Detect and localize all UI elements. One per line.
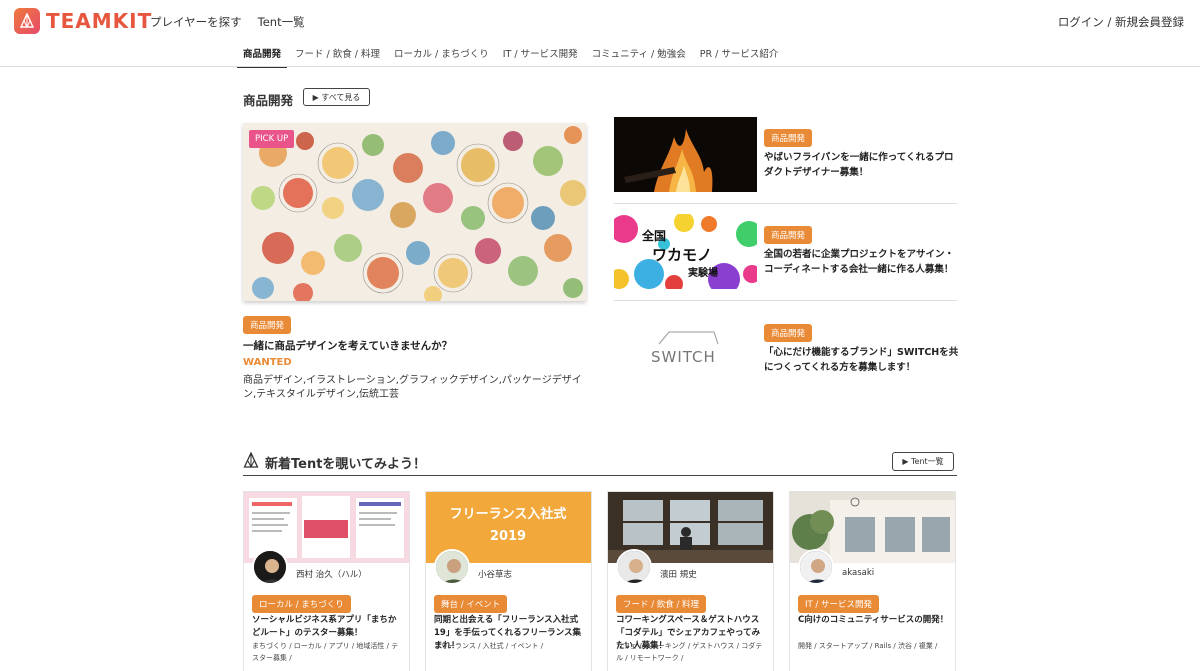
- tent-card-category-tag[interactable]: ローカル / まちづくり: [252, 595, 351, 613]
- project-item[interactable]: SWITCH 商品開発 「心にだけ機能するブランド」SWITCHを共につくってく…: [614, 312, 959, 387]
- tab-community[interactable]: コミュニティ / 勉強会: [592, 46, 686, 68]
- top-nav: プレイヤーを探す Tent一覧: [150, 14, 305, 30]
- tab-pr[interactable]: PR / サービス紹介: [700, 46, 779, 68]
- tent-card-tags: フリーランス / 入社式 / イベント /: [434, 642, 544, 650]
- tent-card-category-tag[interactable]: 舞台 / イベント: [434, 595, 508, 613]
- see-all-button[interactable]: ▶ すべて見る: [303, 88, 370, 106]
- pickup-category-tag[interactable]: 商品開発: [243, 316, 292, 334]
- tent-icon: [243, 451, 259, 472]
- tent-card[interactable]: akasaki IT / サービス開発 C向けのコミュニティサービスの開発！ 開…: [789, 491, 956, 671]
- avatar: [252, 549, 288, 585]
- banner-title: フリーランス入社式: [450, 506, 567, 522]
- tent-section-divider: [243, 475, 957, 476]
- nav-tent-list[interactable]: Tent一覧: [258, 14, 305, 30]
- avatar: [434, 549, 470, 585]
- thumb-text-zenkoku: 全国: [641, 228, 666, 243]
- project-title[interactable]: 「心にだけ機能するブランド」SWITCHを共につくってくれる方を募集します！: [764, 346, 959, 375]
- tent-card-title[interactable]: ソーシャルビジネス系アプリ「まちかどルート」のテスター募集！: [252, 614, 404, 640]
- tent-card-category-tag[interactable]: IT / サービス開発: [798, 595, 879, 613]
- login-signup-link[interactable]: ログイン / 新規会員登録: [1058, 14, 1184, 30]
- banner-year: 2019: [490, 529, 526, 544]
- pickup-wanted-label: WANTED: [243, 357, 292, 368]
- tab-food[interactable]: フード / 飲食 / 料理: [295, 46, 380, 68]
- tent-section-heading: 新着Tentを覗いてみよう！: [243, 451, 427, 472]
- project-title[interactable]: 全国の若者に企業プロジェクトをアサイン・コーディネートする会社一緒に作る人募集！: [764, 248, 959, 277]
- logo-text: TEAMKIT: [46, 9, 153, 33]
- tab-divider: [0, 66, 1200, 67]
- tent-card-title[interactable]: C向けのコミュニティサービスの開発！: [798, 614, 950, 627]
- tent-card[interactable]: フリーランス入社式 2019 小谷草志 舞台 / イベント 同期と出会える「フリ…: [425, 491, 592, 671]
- project-category-tag[interactable]: 商品開発: [764, 324, 813, 342]
- tent-list-button[interactable]: ▶ Tent一覧: [892, 452, 954, 471]
- tab-it[interactable]: IT / サービス開発: [503, 46, 578, 68]
- tent-card-tags: カフェ / コワーキング / ゲストハウス / コダテル / リモートワーク /: [616, 642, 763, 662]
- tent-card[interactable]: 西村 治久（ハル） ローカル / まちづくり ソーシャルビジネス系アプリ「まちか…: [243, 491, 410, 671]
- project-item[interactable]: 全国 ワカモノ 実験場 商品開発 全国の若者に企業プロジェクトをアサイン・コーデ…: [614, 214, 957, 289]
- tab-product-dev[interactable]: 商品開発: [237, 46, 288, 68]
- avatar: [798, 549, 834, 585]
- tent-card-owner-name[interactable]: 濱田 規史: [660, 568, 697, 580]
- project-title[interactable]: やばいフライパンを一緒に作ってくれるプロダクトデザイナー募集！: [764, 151, 959, 180]
- pickup-badge: PICK UP: [249, 130, 295, 148]
- project-item[interactable]: 商品開発 やばいフライパンを一緒に作ってくれるプロダクトデザイナー募集！: [614, 117, 957, 192]
- tent-card-tags: まちづくり / ローカル / アプリ / 地域活性 / テスター募集 /: [252, 642, 399, 662]
- tent-section-title: 新着Tentを覗いてみよう！: [265, 456, 427, 472]
- tent-card-owner-name[interactable]: 小谷草志: [478, 568, 512, 580]
- switch-logo-text: SWITCH: [651, 348, 716, 366]
- project-category-tag[interactable]: 商品開発: [764, 129, 813, 147]
- divider: [614, 300, 957, 301]
- divider: [614, 203, 957, 204]
- thumb-text-jikkenjo: 実験場: [688, 266, 718, 279]
- category-tabs: 商品開発 フード / 飲食 / 料理 ローカル / まちづくり IT / サービ…: [237, 46, 779, 68]
- tent-logo-icon: [14, 8, 40, 34]
- pickup-skills: 商品デザイン,イラストレーション,グラフィックデザイン,パッケージデザイン,テキ…: [243, 375, 582, 400]
- section-title: 商品開発: [243, 93, 294, 108]
- pickup-image[interactable]: [243, 123, 586, 301]
- tent-card-owner-name[interactable]: 西村 治久（ハル）: [296, 568, 367, 580]
- tent-card[interactable]: 濱田 規史 フード / 飲食 / 料理 コワーキングスペース＆ゲストハウス「コダ…: [607, 491, 774, 671]
- project-thumbnail: 全国 ワカモノ 実験場: [614, 214, 757, 289]
- pickup-title[interactable]: 一緒に商品デザインを考えていきませんか？: [243, 338, 452, 353]
- tent-card-owner-name[interactable]: akasaki: [842, 568, 874, 578]
- tent-card-category-tag[interactable]: フード / 飲食 / 料理: [616, 595, 707, 613]
- nav-find-players[interactable]: プレイヤーを探す: [150, 14, 242, 30]
- header: TEAMKIT プレイヤーを探す Tent一覧 ログイン / 新規会員登録: [0, 0, 1200, 44]
- logo[interactable]: TEAMKIT: [14, 8, 152, 34]
- tab-local[interactable]: ローカル / まちづくり: [394, 46, 489, 68]
- project-thumbnail: [614, 117, 757, 192]
- tent-card-tags: 開発 / スタートアップ / Rails / 渋谷 / 複業 /: [798, 642, 938, 650]
- project-category-tag[interactable]: 商品開発: [764, 226, 813, 244]
- project-thumbnail: SWITCH: [614, 312, 757, 387]
- thumb-text-wakamono: ワカモノ: [652, 246, 712, 264]
- avatar: [616, 549, 652, 585]
